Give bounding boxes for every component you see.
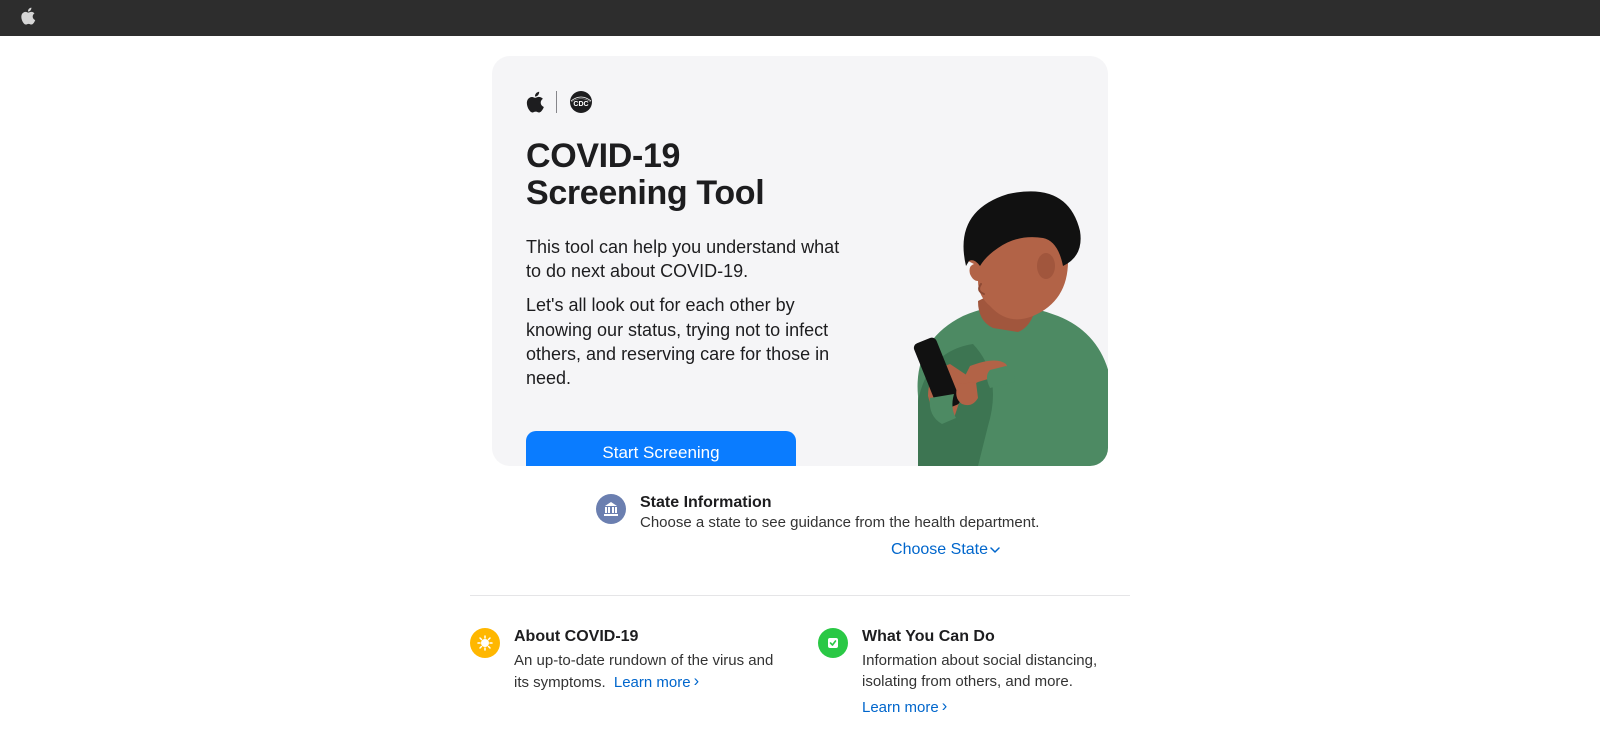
apple-icon (526, 91, 544, 113)
about-title: About COVID-19 (514, 628, 782, 646)
do-title: What You Can Do (862, 628, 1130, 646)
hero-title-line2: Screening Tool (526, 174, 764, 212)
do-learn-more-link[interactable]: Learn more (862, 698, 947, 717)
choose-state-link[interactable]: Choose State (891, 541, 1000, 559)
svg-text:CDC: CDC (573, 101, 588, 108)
state-info-section: State Information Choose a state to see … (492, 494, 1108, 531)
hero-title-line1: COVID-19 (526, 137, 680, 175)
apple-logo[interactable] (20, 7, 36, 30)
state-info-title: State Information (640, 494, 1039, 512)
do-desc: Information about social distancing, iso… (862, 650, 1130, 692)
cdc-icon: CDC (569, 90, 593, 114)
hero-card: CDC COVID-19 Screening Tool This tool ca… (492, 56, 1108, 466)
section-divider (470, 595, 1130, 596)
hero-paragraph-1: This tool can help you understand what t… (526, 235, 856, 284)
about-desc: An up-to-date rundown of the virus and i… (514, 650, 782, 694)
hero-paragraph-2: Let's all look out for each other by kno… (526, 293, 856, 390)
government-building-icon (596, 494, 626, 524)
choose-state-label: Choose State (891, 541, 988, 559)
about-learn-more-link[interactable]: Learn more (614, 671, 699, 694)
about-covid-card: About COVID-19 An up-to-date rundown of … (470, 628, 782, 717)
state-info-desc: Choose a state to see guidance from the … (640, 514, 1039, 531)
start-screening-button[interactable]: Start Screening (526, 431, 796, 466)
chevron-down-icon (990, 545, 1000, 555)
what-you-can-do-card: What You Can Do Information about social… (818, 628, 1130, 717)
page-content: CDC COVID-19 Screening Tool This tool ca… (240, 36, 1360, 717)
checklist-icon (818, 628, 848, 658)
virus-icon (470, 628, 500, 658)
hero-logos: CDC (526, 90, 1074, 114)
logo-divider (556, 91, 557, 113)
hero-illustration (858, 166, 1108, 466)
global-nav (0, 0, 1600, 36)
info-cards: About COVID-19 An up-to-date rundown of … (470, 628, 1130, 717)
hero-body: This tool can help you understand what t… (526, 235, 856, 391)
